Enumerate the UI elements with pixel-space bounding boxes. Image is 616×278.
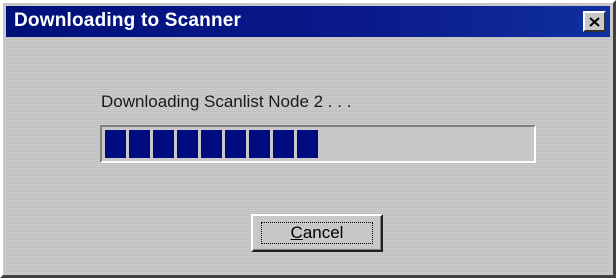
progress-block [297,130,318,158]
progress-block [225,130,246,158]
close-button[interactable] [583,11,606,32]
dialog-body: Downloading Scanlist Node 2 . . . Cancel [6,37,610,275]
download-dialog: Downloading to Scanner Downloading Scanl… [0,0,616,278]
progress-bar [100,125,536,163]
cancel-label: Cancel [291,223,344,243]
progress-block [177,130,198,158]
progress-fill [105,130,318,158]
focus-ring: Cancel [261,222,373,244]
progress-block [201,130,222,158]
progress-block [153,130,174,158]
progress-block [273,130,294,158]
cancel-button[interactable]: Cancel [251,214,383,252]
progress-block [249,130,270,158]
window-title: Downloading to Scanner [14,10,242,31]
cancel-label-rest: ancel [302,223,344,242]
cancel-mnemonic: C [290,223,303,242]
title-bar[interactable]: Downloading to Scanner [6,6,610,37]
status-message: Downloading Scanlist Node 2 . . . [101,92,352,111]
progress-block [105,130,126,158]
close-icon [589,16,600,27]
progress-block [129,130,150,158]
